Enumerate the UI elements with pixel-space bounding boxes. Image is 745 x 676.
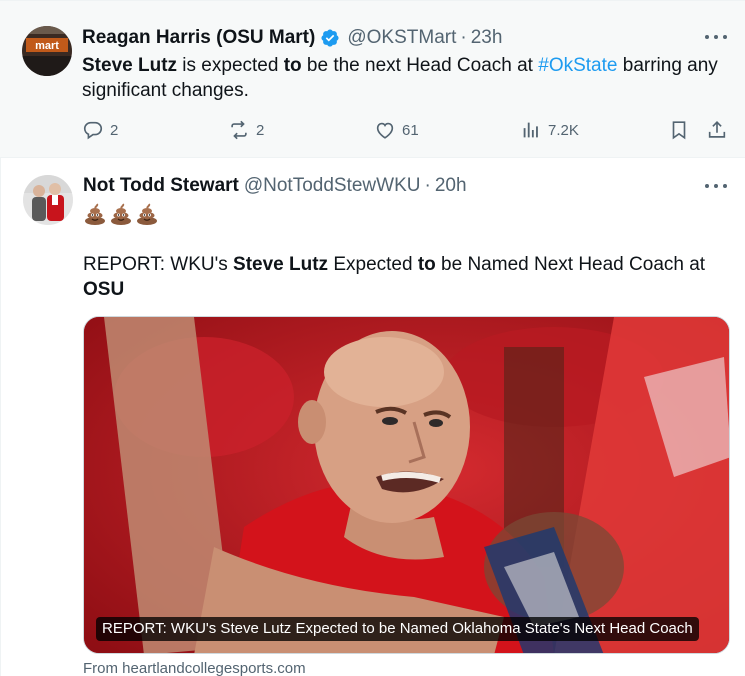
avatar[interactable]: mart xyxy=(22,26,72,76)
repost-count: 2 xyxy=(256,121,265,139)
bookmark-button[interactable] xyxy=(668,119,696,141)
card-source[interactable]: From heartlandcollegesports.com xyxy=(83,660,306,676)
poop-emoji-icon xyxy=(137,203,157,225)
tweet-text: REPORT: WKU's Steve Lutz Expected to be … xyxy=(83,254,706,300)
share-button[interactable] xyxy=(706,119,734,141)
more-options-icon[interactable] xyxy=(705,176,727,196)
author-name[interactable]: Not Todd Stewart xyxy=(83,175,239,197)
avatar-logo-text: mart xyxy=(35,40,59,52)
reply-button[interactable]: 2 xyxy=(82,119,118,141)
like-button[interactable]: 61 xyxy=(374,119,419,141)
tweet-osu-mart[interactable]: mart Reagan Harris (OSU Mart) @OKSTMart … xyxy=(0,0,745,158)
card-image xyxy=(84,317,729,653)
like-count: 61 xyxy=(402,121,419,139)
author-name[interactable]: Reagan Harris (OSU Mart) xyxy=(82,27,315,49)
author-handle[interactable]: @OKSTMart xyxy=(347,27,456,49)
avatar[interactable] xyxy=(23,175,73,225)
poop-emoji-icon xyxy=(111,203,131,225)
emoji-line xyxy=(83,202,159,226)
card-caption: REPORT: WKU's Steve Lutz Expected to be … xyxy=(96,617,699,641)
link-card[interactable]: REPORT: WKU's Steve Lutz Expected to be … xyxy=(83,316,730,654)
repost-icon xyxy=(231,120,247,140)
repost-button[interactable]: 2 xyxy=(228,119,264,141)
heart-icon xyxy=(376,122,394,139)
separator-dot: · xyxy=(424,175,431,196)
tweet-text: Steve Lutz is expected to be the next He… xyxy=(82,55,718,101)
share-icon xyxy=(708,121,726,138)
bookmark-icon xyxy=(672,121,686,140)
hashtag-link[interactable]: #OkState xyxy=(538,55,617,76)
verified-badge-icon xyxy=(321,29,339,47)
author-handle[interactable]: @NotToddStewWKU xyxy=(244,175,421,197)
more-options-icon[interactable] xyxy=(705,27,727,47)
separator-dot: · xyxy=(460,27,467,48)
tweet-actions: 2 2 61 7.2K xyxy=(82,119,732,143)
tweet-not-todd-stewart[interactable]: Not Todd Stewart @NotToddStewWKU · 20h R… xyxy=(0,158,745,676)
analytics-icon xyxy=(523,122,538,138)
tweet-header: Not Todd Stewart @NotToddStewWKU · 20h xyxy=(83,175,467,197)
views-button[interactable]: 7.2K xyxy=(520,119,579,141)
view-count: 7.2K xyxy=(548,121,579,139)
timestamp[interactable]: 20h xyxy=(435,175,467,197)
tweet-header: Reagan Harris (OSU Mart) @OKSTMart · 23h xyxy=(82,27,502,49)
reply-count: 2 xyxy=(110,121,119,139)
poop-emoji-icon xyxy=(85,203,105,225)
timestamp[interactable]: 23h xyxy=(471,27,503,49)
reply-icon xyxy=(83,121,103,140)
